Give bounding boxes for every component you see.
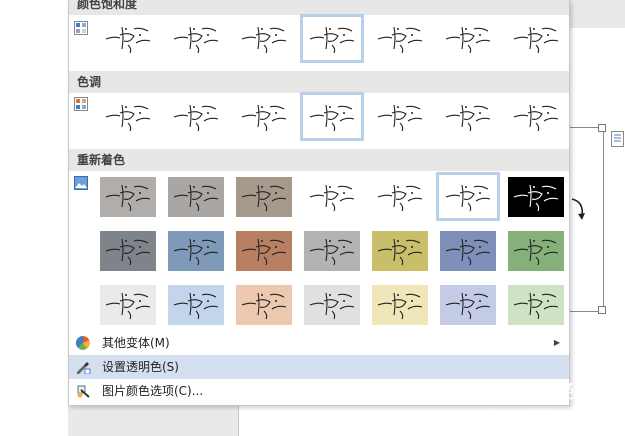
recolor-option-image bbox=[168, 230, 224, 271]
tone-option[interactable] bbox=[370, 94, 430, 139]
recolor-option[interactable] bbox=[234, 282, 294, 327]
tone-option-image bbox=[236, 96, 292, 137]
recolor-option-image bbox=[100, 230, 156, 271]
transparent-color-icon bbox=[77, 362, 91, 374]
submenu-arrow-icon: ▶ bbox=[553, 338, 560, 347]
recolor-option-image bbox=[440, 230, 496, 271]
tone-option[interactable] bbox=[98, 94, 158, 139]
recolor-option-image bbox=[304, 284, 360, 325]
svg-text:Bai: Bai bbox=[484, 379, 523, 404]
saturation-option[interactable] bbox=[98, 16, 158, 61]
recolor-option[interactable] bbox=[98, 174, 158, 219]
tone-option-image bbox=[304, 96, 360, 137]
saturation-option-image bbox=[100, 18, 156, 59]
tone-option[interactable] bbox=[234, 94, 294, 139]
recolor-option-image bbox=[508, 176, 564, 217]
recolor-option-image bbox=[100, 284, 156, 325]
layout-options-icon[interactable] bbox=[611, 131, 624, 147]
recolor-dropdown-menu: 颜色饱和度 色调 重新着色 其他变体(M) ▶ 设置透明色(S) 图片颜色选项(… bbox=[68, 0, 570, 406]
recolor-option[interactable] bbox=[166, 282, 226, 327]
recolor-option[interactable] bbox=[98, 282, 158, 327]
recolor-option[interactable] bbox=[436, 172, 500, 221]
picture-color-options-icon bbox=[77, 385, 90, 398]
recolor-option-image bbox=[100, 176, 156, 217]
recolor-option[interactable] bbox=[506, 228, 566, 273]
recolor-option-image bbox=[236, 176, 292, 217]
tone-option-image bbox=[168, 96, 224, 137]
menu-item-more-variations-label: 其他变体(M) bbox=[102, 336, 170, 350]
recolor-option-image bbox=[168, 176, 224, 217]
tone-option[interactable] bbox=[166, 94, 226, 139]
recolor-option[interactable] bbox=[438, 282, 498, 327]
saturation-option[interactable] bbox=[438, 16, 498, 61]
recolor-option-image bbox=[508, 284, 564, 325]
recolor-option[interactable] bbox=[234, 174, 294, 219]
saturation-option[interactable] bbox=[234, 16, 294, 61]
saturation-option[interactable] bbox=[506, 16, 566, 61]
recolor-option[interactable] bbox=[166, 228, 226, 273]
recolor-option[interactable] bbox=[370, 174, 430, 219]
section-header-tone: 色调 bbox=[69, 71, 569, 93]
tone-option-image bbox=[372, 96, 428, 137]
recolor-option[interactable] bbox=[370, 228, 430, 273]
saturation-option-image bbox=[440, 18, 496, 59]
saturation-option-image bbox=[372, 18, 428, 59]
recolor-option[interactable] bbox=[506, 282, 566, 327]
recolor-option-image bbox=[236, 284, 292, 325]
color-wheel-icon bbox=[75, 336, 90, 350]
baidu-watermark-logo: Bai 经验 jingyan.baidu.com bbox=[484, 379, 593, 419]
recolor-option[interactable] bbox=[302, 228, 362, 273]
menu-item-more-variations[interactable]: 其他变体(M) ▶ bbox=[69, 331, 569, 355]
recolor-icon bbox=[74, 176, 88, 190]
recolor-option[interactable] bbox=[370, 282, 430, 327]
tone-option-image bbox=[100, 96, 156, 137]
resize-handle-bottom-right[interactable] bbox=[598, 306, 606, 314]
recolor-option[interactable] bbox=[98, 228, 158, 273]
saturation-option-image bbox=[168, 18, 224, 59]
recolor-option[interactable] bbox=[166, 174, 226, 219]
tone-option[interactable] bbox=[438, 94, 498, 139]
saturation-option-image bbox=[508, 18, 564, 59]
recolor-option-image bbox=[168, 284, 224, 325]
menu-item-picture-color-options-label: 图片颜色选项(C)... bbox=[102, 384, 204, 398]
recolor-option-image bbox=[508, 230, 564, 271]
resize-handle-top-right[interactable] bbox=[598, 124, 606, 132]
recolor-option-image bbox=[304, 230, 360, 271]
recolor-option[interactable] bbox=[438, 228, 498, 273]
tone-option-image bbox=[440, 96, 496, 137]
recolor-option[interactable] bbox=[506, 174, 566, 219]
tone-option-image bbox=[508, 96, 564, 137]
saturation-option-image bbox=[236, 18, 292, 59]
menu-item-set-transparent-color-label: 设置透明色(S) bbox=[102, 360, 179, 374]
tone-option[interactable] bbox=[506, 94, 566, 139]
recolor-option-image bbox=[304, 176, 360, 217]
saturation-option[interactable] bbox=[370, 16, 430, 61]
recolor-option-image bbox=[372, 284, 428, 325]
saturation-option[interactable] bbox=[300, 14, 364, 63]
recolor-option[interactable] bbox=[234, 228, 294, 273]
tone-icon bbox=[74, 97, 88, 111]
recolor-option-image bbox=[440, 176, 496, 217]
rotate-arrow-icon[interactable] bbox=[568, 196, 588, 226]
recolor-option[interactable] bbox=[302, 282, 362, 327]
saturation-option-image bbox=[304, 18, 360, 59]
tone-option[interactable] bbox=[300, 92, 364, 141]
saturation-icon bbox=[74, 21, 88, 35]
section-header-saturation: 颜色饱和度 bbox=[69, 0, 569, 15]
svg-text:经验: 经验 bbox=[556, 381, 593, 403]
section-header-recolor: 重新着色 bbox=[69, 149, 569, 171]
svg-text:jingyan.baidu.com: jingyan.baidu.com bbox=[487, 408, 580, 419]
recolor-option[interactable] bbox=[302, 174, 362, 219]
recolor-option-image bbox=[236, 230, 292, 271]
recolor-option-image bbox=[372, 176, 428, 217]
recolor-option-image bbox=[372, 230, 428, 271]
saturation-option[interactable] bbox=[166, 16, 226, 61]
recolor-option-image bbox=[440, 284, 496, 325]
document-page-left bbox=[0, 0, 68, 436]
